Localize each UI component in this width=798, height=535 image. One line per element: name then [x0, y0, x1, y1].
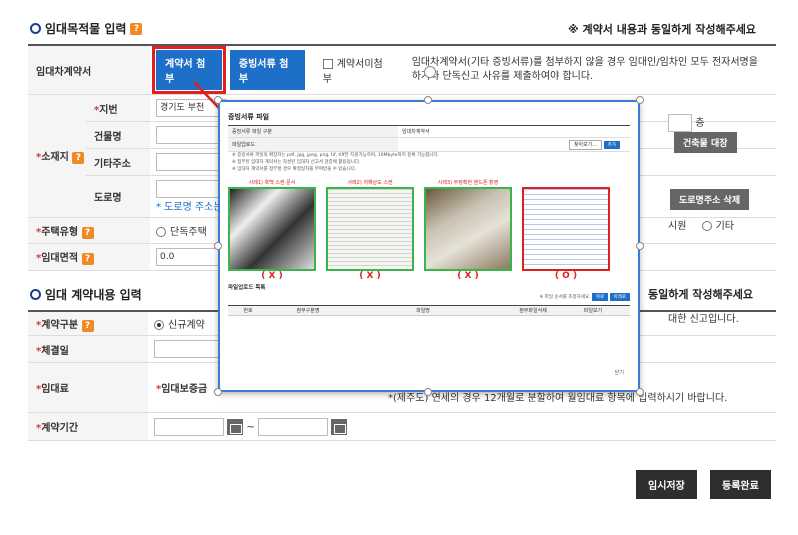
sample-phone-photo: 사례3) 부정확한 핸드폰 촬영 ( X ) — [424, 179, 512, 281]
browse-button[interactable]: 찾아보기... — [568, 139, 603, 150]
resize-handle[interactable] — [424, 388, 432, 396]
road-address-input[interactable] — [156, 180, 226, 198]
contract-type-label: *계약구분 ? — [28, 311, 148, 336]
help-icon[interactable]: ? — [81, 319, 94, 332]
move-up-button[interactable]: 위로 — [591, 293, 609, 301]
sample-bw-scan: 사례1) 흑백 스캔 문서 ( X ) — [228, 179, 316, 281]
contract-attach-note: 임대차계약서(기타 증빙서류)를 첨부하지 않을 경우 임대인/임차인 모두 전… — [411, 57, 758, 82]
building-name-label: 건물명 — [86, 121, 150, 149]
calendar-icon[interactable] — [227, 418, 244, 435]
rent-label: *임대료 — [28, 362, 148, 413]
road-name-label: 도로명 — [86, 175, 150, 218]
resize-handle[interactable] — [636, 96, 644, 104]
sample-low-res: 사례2) 저해상도 스캔 ( X ) — [326, 179, 414, 281]
section-title-contract: 임대 계약내용 입력 — [30, 286, 142, 303]
modal-notes: ※ 증빙서류 파일의 확장자는 pdf, jpg, jpeg, png, tif… — [232, 153, 440, 172]
resize-handle[interactable] — [214, 388, 222, 396]
contract-label: 임대차계약서 — [28, 45, 150, 95]
rotate-handle[interactable] — [424, 66, 436, 78]
signed-date-input[interactable] — [154, 340, 224, 358]
submit-button[interactable]: 등록완료 — [710, 470, 771, 499]
circle-bullet-icon — [30, 23, 41, 34]
no-contract-checkbox[interactable]: 계약서미첨부 — [322, 55, 390, 85]
location-label: *소재지 ? — [28, 94, 86, 218]
floor-input[interactable] — [668, 114, 692, 132]
add-file-button[interactable]: 추가 — [603, 140, 620, 149]
period-start-input[interactable] — [154, 417, 224, 436]
house-type-other-radio[interactable]: 기타 — [701, 221, 734, 232]
calendar-icon[interactable] — [331, 418, 348, 435]
contract-period-label: *계약기간 — [28, 412, 148, 441]
resize-handle[interactable] — [636, 242, 644, 250]
help-icon[interactable]: ? — [81, 253, 94, 265]
house-type-dorm-radio[interactable]: 시원 — [668, 221, 686, 232]
modal-upload-row: 파일업로드 찾아보기... 추가 — [228, 138, 630, 152]
modal-type-row: 증빙서류 파일 구분 임대차계약서 — [228, 126, 630, 138]
resize-handle[interactable] — [214, 96, 222, 104]
modal-title: 증빙서류 파일 — [228, 113, 270, 121]
sample-images: 사례1) 흑백 스캔 문서 ( X ) 사례2) 저해상도 스캔 ( X ) 사… — [228, 179, 630, 281]
upload-list-header: 번호 첨부구분명 파일명 첨부파일삭제 파일보기 — [228, 306, 630, 316]
move-down-button[interactable]: 아래로 — [609, 293, 630, 301]
checkbox-icon[interactable] — [322, 59, 333, 69]
help-icon[interactable]: ? — [81, 226, 94, 239]
notice-same-as-contract: ※ 계약서 내용과 동일하게 작성해주세요 — [568, 23, 756, 36]
upload-list-title: 파일업로드 목록 — [228, 285, 266, 291]
house-type-label: *주택유형 ? — [28, 217, 150, 244]
resize-handle[interactable] — [636, 388, 644, 396]
contract-type-new-radio[interactable]: 신규계약 — [154, 320, 205, 331]
rental-area-input[interactable]: 0.0 — [156, 248, 226, 266]
other-address-label: 기타주소 — [86, 148, 150, 176]
contract-type-note: 대한 신고입니다. — [668, 314, 739, 325]
resize-handle[interactable] — [424, 96, 432, 104]
order-note: ※ 파일 순서를 조정하세요. — [539, 295, 591, 300]
notice-same-as-contract-2: 동일하게 작성해주세요 — [648, 288, 754, 301]
road-address-delete-button[interactable]: 도로명주소 삭제 — [670, 189, 750, 210]
signed-date-label: *체결일 — [28, 335, 148, 363]
help-icon[interactable]: ? — [130, 22, 143, 35]
rental-area-label: *임대면적 ? — [28, 243, 150, 271]
temp-save-button[interactable]: 임시저장 — [636, 470, 697, 499]
proof-file-modal: 증빙서류 파일 증빙서류 파일 구분 임대차계약서 파일업로드 찾아보기... … — [218, 100, 640, 392]
section-title-rental-object: 임대목적물 입력 ? — [30, 20, 143, 37]
house-type-detached-radio[interactable]: 단독주택 — [156, 227, 207, 238]
upload-list-table: 번호 첨부구분명 파일명 첨부파일삭제 파일보기 — [228, 305, 630, 316]
help-icon[interactable]: ? — [72, 152, 85, 164]
sample-correct: ( O ) — [522, 179, 610, 281]
other-address-input[interactable] — [156, 153, 226, 171]
resize-handle[interactable] — [214, 242, 222, 250]
lot-label: *지번 — [86, 94, 150, 122]
building-ledger-button[interactable]: 건축물 대장 — [674, 132, 737, 153]
circle-bullet-icon — [30, 289, 41, 300]
period-end-input[interactable] — [257, 417, 328, 436]
close-link[interactable]: 닫기 — [615, 369, 624, 376]
